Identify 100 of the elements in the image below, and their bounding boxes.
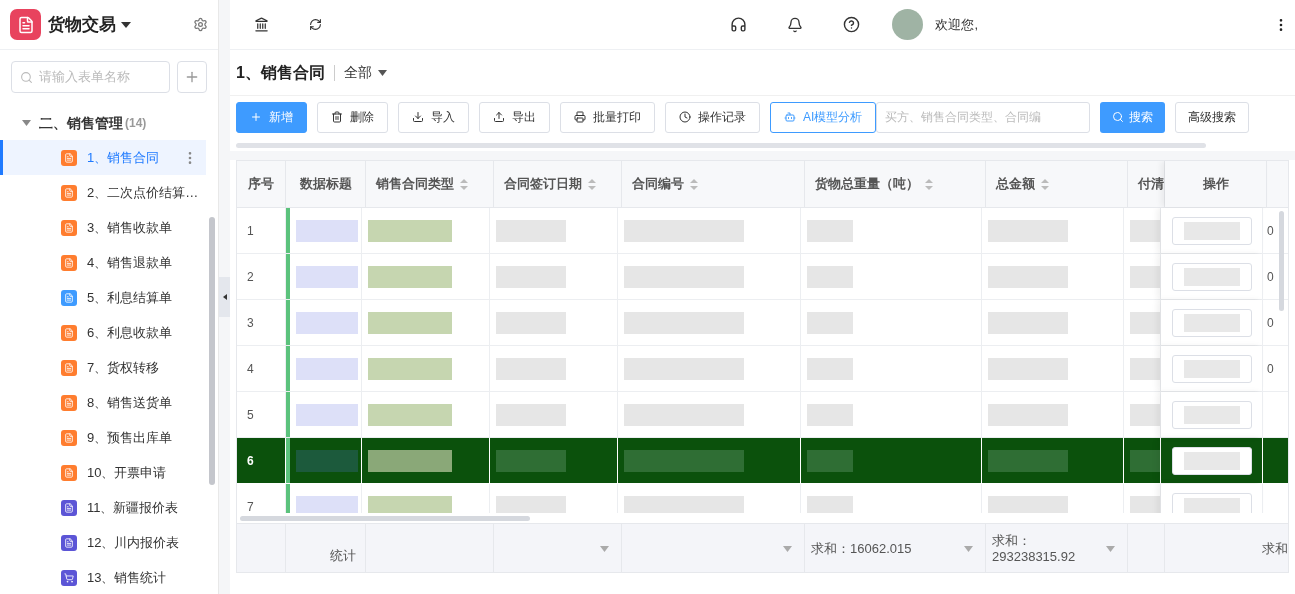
toolbar-button[interactable]: 导出 — [479, 101, 550, 133]
redacted-block — [496, 357, 566, 380]
redacted-block — [1130, 403, 1160, 426]
redacted-block — [296, 449, 358, 472]
sort-icon[interactable] — [460, 178, 468, 190]
sort-icon[interactable] — [588, 178, 596, 190]
sort-icon[interactable] — [925, 178, 933, 190]
redacted-block — [807, 357, 853, 380]
refresh-icon[interactable] — [309, 18, 322, 31]
toolbar-button[interactable]: 操作记录 — [665, 101, 760, 133]
redacted-block — [1130, 265, 1160, 288]
robot-icon — [784, 111, 796, 123]
redacted-block — [296, 219, 358, 242]
sidebar-item[interactable]: 3、销售收款单 — [0, 210, 207, 245]
column-header: 操作 — [1165, 161, 1267, 207]
redacted-block — [807, 403, 853, 426]
column-header[interactable]: 合同签订日期 — [494, 161, 622, 207]
table-row[interactable]: 1 0 — [237, 208, 1288, 254]
redacted-block — [296, 403, 358, 426]
toolbar-button[interactable]: 批量打印 — [560, 101, 655, 133]
toolbar-button[interactable]: 导入 — [398, 101, 469, 133]
sidebar-item[interactable]: 5、利息结算单 — [0, 280, 207, 315]
bell-icon[interactable] — [787, 16, 804, 33]
redacted-block — [1130, 357, 1160, 380]
redacted-block — [296, 495, 358, 513]
redacted-block — [1130, 495, 1160, 513]
search-input[interactable]: 买方、销售合同类型、合同编 — [885, 108, 1082, 126]
redacted-block — [807, 449, 853, 472]
sidebar-item[interactable]: 4、销售退款单 — [0, 245, 207, 280]
redacted-block — [496, 495, 566, 513]
redacted-block — [807, 219, 853, 242]
collapse-handle[interactable] — [219, 277, 230, 317]
footer-label: 统计 — [330, 547, 356, 566]
search-icon — [20, 70, 33, 84]
column-header[interactable]: 货物总重量（吨） — [805, 161, 986, 207]
table-cell-text: 0 — [1267, 222, 1274, 240]
table-row[interactable]: 3 0 — [237, 300, 1288, 346]
scrollbar[interactable] — [209, 217, 216, 485]
filter-dropdown[interactable]: 全部 — [343, 62, 387, 83]
avatar[interactable] — [892, 9, 924, 40]
column-header[interactable]: 总金额 — [986, 161, 1128, 207]
sidebar-item[interactable]: 8、销售送货单 — [0, 385, 207, 420]
table-row[interactable]: 5 — [237, 392, 1288, 438]
trash-icon — [331, 111, 343, 123]
sort-icon[interactable] — [1041, 178, 1049, 190]
headset-icon[interactable] — [730, 16, 748, 33]
column-header[interactable]: 序号 — [237, 161, 286, 207]
redacted-block — [807, 265, 853, 288]
app-logo-icon — [10, 9, 41, 40]
sidebar-item[interactable]: 12、川内报价表 — [0, 525, 207, 560]
sort-icon[interactable] — [690, 178, 698, 190]
toolbar-button[interactable]: 删除 — [317, 101, 388, 133]
redacted-block — [807, 495, 853, 513]
caret-icon[interactable] — [121, 21, 131, 28]
redacted-block — [496, 265, 566, 288]
caret-icon — [377, 69, 387, 76]
help-icon[interactable] — [843, 16, 861, 33]
printer-icon — [574, 111, 586, 123]
table-row[interactable]: 4 0 — [237, 346, 1288, 392]
search-field[interactable]: 买方、销售合同类型、合同编 — [876, 101, 1091, 133]
redacted-block — [496, 403, 566, 426]
sidebar-item[interactable]: 6、利息收款单 — [0, 315, 207, 350]
bank-icon[interactable] — [254, 17, 269, 32]
plus-icon — [250, 111, 262, 123]
download-icon — [412, 111, 424, 123]
table-cell-text: 0 — [1267, 314, 1274, 332]
action-button[interactable] — [1171, 446, 1252, 475]
column-header[interactable]: 合同编号 — [622, 161, 805, 207]
settings-icon[interactable] — [193, 17, 208, 32]
add-button[interactable] — [176, 61, 207, 93]
sidebar-item[interactable]: 9、预售出库单 — [0, 420, 207, 455]
scrollbar[interactable] — [236, 143, 1206, 148]
sidebar-item[interactable]: 13、销售统计 — [0, 560, 207, 594]
column-header[interactable]: 数据标题 — [286, 161, 366, 207]
sidebar-item[interactable]: 11、新疆报价表 — [0, 490, 207, 525]
row-number: 3 — [247, 314, 254, 332]
sidebar-item[interactable]: 7、货权转移 — [0, 350, 207, 385]
search-field[interactable]: 请输入表单名称 — [11, 61, 170, 93]
sidebar-item[interactable]: 2、二次点价结算… — [0, 175, 207, 210]
group-header[interactable]: 二、销售管理(14) — [0, 106, 207, 140]
search-input[interactable]: 请输入表单名称 — [39, 67, 161, 87]
row-number: 2 — [247, 268, 254, 286]
table-cell-text: 0 — [1267, 360, 1274, 378]
redacted-block — [1130, 311, 1160, 334]
sum-text: 求和：293238315.92 — [992, 533, 1077, 565]
table-row[interactable]: 6 — [237, 438, 1288, 484]
scrollbar[interactable] — [1279, 211, 1284, 311]
advanced-search-button[interactable]: 高级搜索 — [1175, 101, 1250, 133]
column-header[interactable]: 销售合同类型 — [366, 161, 494, 207]
row-number: 7 — [247, 498, 254, 513]
redacted-block — [496, 219, 566, 242]
sum-text: 求和：16062.015 — [811, 540, 912, 559]
scrollbar[interactable] — [240, 515, 530, 521]
redacted-block — [807, 311, 853, 334]
sidebar-item[interactable]: 10、开票申请 — [0, 455, 207, 490]
search-icon — [1112, 111, 1125, 123]
column-header[interactable]: 付清 — [1128, 161, 1165, 207]
sidebar-item[interactable]: 1、销售合同 — [0, 140, 207, 175]
app-title[interactable]: 货物交易 — [48, 11, 116, 38]
table-row[interactable]: 2 0 — [237, 254, 1288, 300]
